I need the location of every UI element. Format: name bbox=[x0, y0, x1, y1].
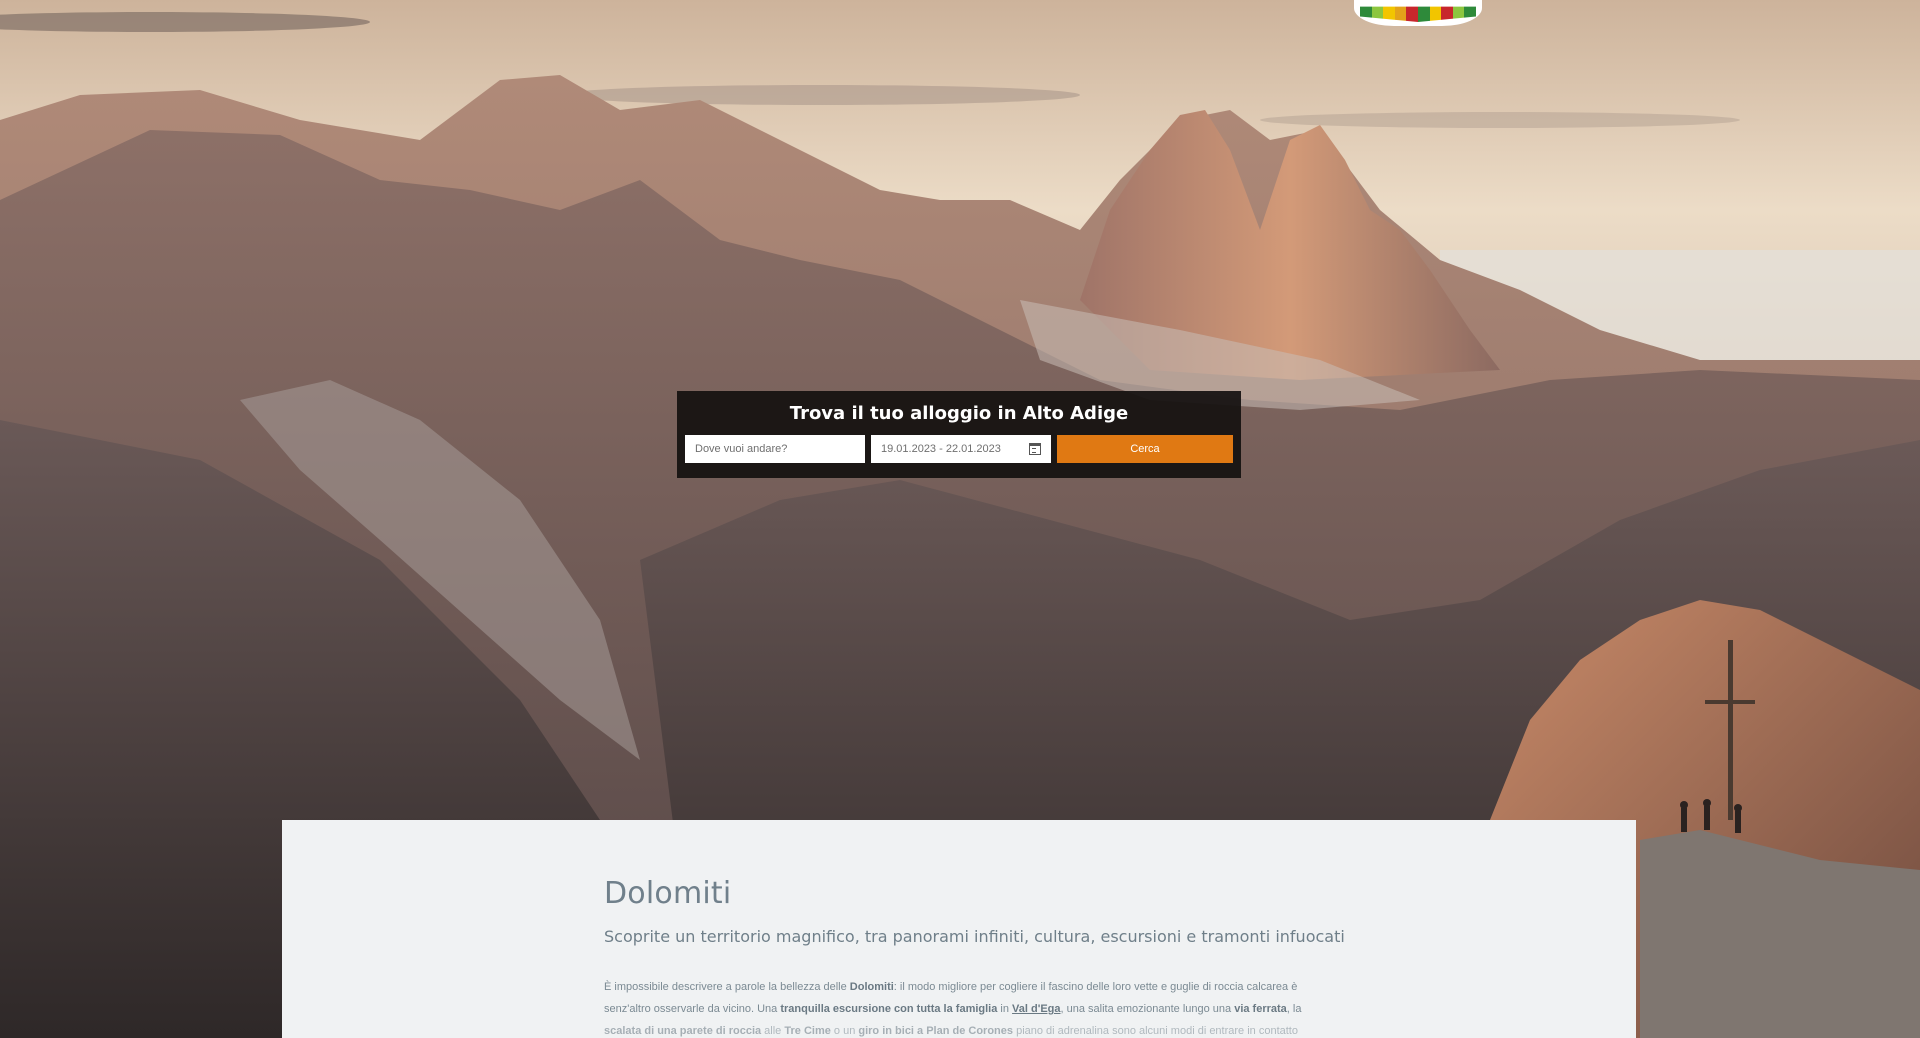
destination-placeholder: Dove vuoi andare? bbox=[695, 443, 788, 455]
search-button[interactable]: Cerca bbox=[1057, 435, 1233, 463]
intro-paragraph: È impossibile descrivere a parole la bel… bbox=[604, 976, 1316, 1038]
site-logo[interactable] bbox=[1354, 0, 1482, 26]
logo-stripes bbox=[1360, 6, 1476, 22]
logo-stripe bbox=[1406, 6, 1418, 22]
body-bold-text: tranquilla escursione con tutta la famig… bbox=[780, 1003, 998, 1015]
logo-stripe bbox=[1371, 6, 1384, 22]
body-text: in bbox=[997, 1003, 1013, 1015]
logo-stripe bbox=[1383, 6, 1395, 22]
body-bold-text: scalata di una parete di roccia bbox=[604, 1025, 762, 1037]
page-subtitle: Scoprite un territorio magnifico, tra pa… bbox=[604, 927, 1345, 946]
accommodation-search-panel: Trova il tuo alloggio in Alto Adige Dove… bbox=[677, 391, 1241, 478]
content-card: Dolomiti Scoprite un territorio magnific… bbox=[282, 820, 1636, 1038]
body-text: È impossibile descrivere a parole la bel… bbox=[604, 981, 850, 993]
page: Trova il tuo alloggio in Alto Adige Dove… bbox=[0, 0, 1920, 1038]
destination-input[interactable]: Dove vuoi andare? bbox=[685, 435, 865, 463]
body-bold-text: giro in bici a Plan de Corones bbox=[858, 1025, 1014, 1037]
body-text: piano di adrenalina sono alcuni modi di … bbox=[1013, 1025, 1298, 1037]
body-bold-text: Tre Cime bbox=[784, 1025, 831, 1037]
body-text: , la bbox=[1286, 1003, 1302, 1015]
page-title: Dolomiti bbox=[604, 876, 732, 911]
search-row: Dove vuoi andare? 19.01.2023 - 22.01.202… bbox=[685, 435, 1233, 463]
date-range-input[interactable]: 19.01.2023 - 22.01.2023 bbox=[871, 435, 1051, 463]
logo-stripe bbox=[1429, 6, 1442, 22]
body-bold-text: Dolomiti bbox=[849, 981, 894, 993]
logo-stripe bbox=[1417, 6, 1430, 22]
search-title: Trova il tuo alloggio in Alto Adige bbox=[789, 403, 1129, 424]
logo-stripe bbox=[1360, 6, 1372, 22]
calendar-icon[interactable] bbox=[1029, 443, 1041, 455]
logo-stripe bbox=[1394, 6, 1407, 22]
val-dega-link[interactable]: Val d'Ega bbox=[1012, 1003, 1060, 1015]
body-text: alle bbox=[761, 1025, 785, 1037]
body-text: o un bbox=[830, 1025, 859, 1037]
body-bold-text: via ferrata bbox=[1234, 1003, 1287, 1015]
logo-stripe bbox=[1441, 6, 1453, 22]
date-range-value: 19.01.2023 - 22.01.2023 bbox=[881, 443, 1001, 455]
logo-stripe bbox=[1452, 6, 1465, 22]
body-text: , una salita emozionante lungo una bbox=[1060, 1003, 1235, 1015]
